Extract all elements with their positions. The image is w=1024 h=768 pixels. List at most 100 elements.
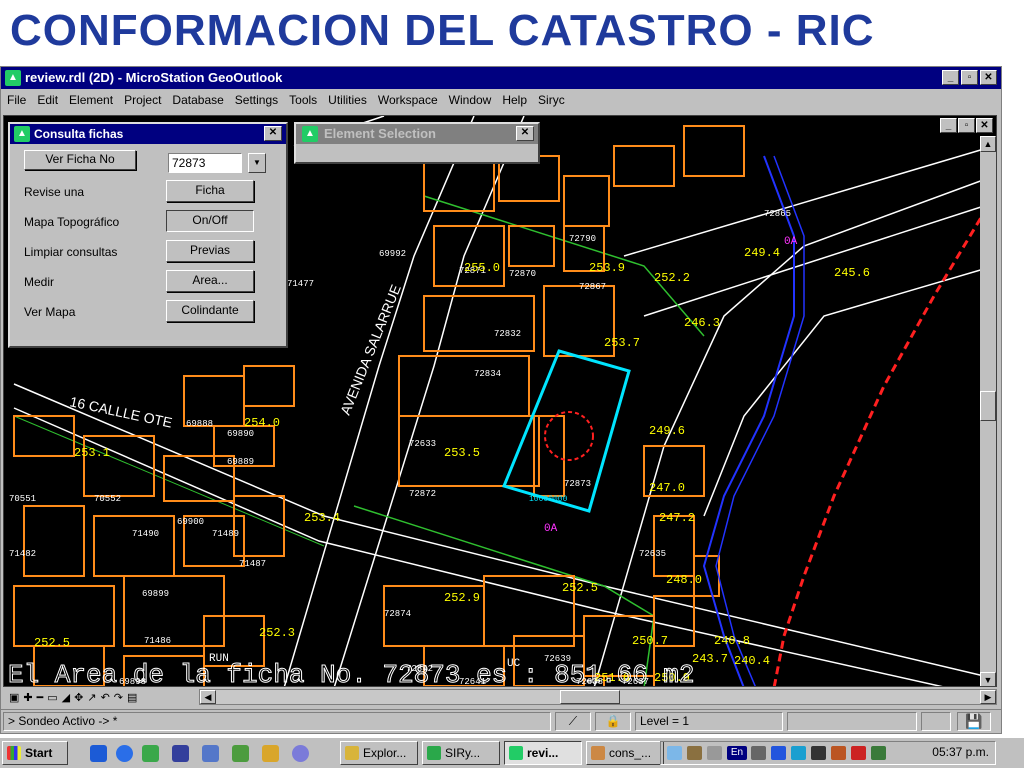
colindante-button[interactable]: Colindante <box>166 300 254 322</box>
siry-icon <box>427 746 441 760</box>
help-app-icon[interactable] <box>292 745 309 762</box>
save-icon[interactable]: 💾 <box>957 712 991 731</box>
street-edge <box>703 265 995 517</box>
tray-network-icon[interactable] <box>667 746 682 760</box>
language-indicator[interactable]: En <box>727 746 747 760</box>
scroll-up-arrow[interactable]: ▲ <box>980 136 996 152</box>
street-edge <box>333 116 525 686</box>
parcel-number: 72790 <box>569 234 596 244</box>
elevation-label: 253.7 <box>604 336 640 350</box>
tray-diamond-icon[interactable] <box>851 746 866 760</box>
view-close-button[interactable]: ✕ <box>976 118 993 133</box>
parcel-outline <box>243 365 295 407</box>
elevation-label: 247.2 <box>659 511 695 525</box>
taskbar-cons-label: cons_... <box>609 746 652 760</box>
view-restore-button[interactable]: ▫ <box>958 118 975 133</box>
status-bar: > Sondeo Activo -> * ⟋ 🔒 Level = 1 💾 <box>1 709 1001 733</box>
horizontal-scroll-thumb[interactable] <box>560 690 620 704</box>
menu-database[interactable]: Database <box>172 93 223 107</box>
volume-icon[interactable] <box>707 746 722 760</box>
minimize-button[interactable]: _ <box>942 70 959 85</box>
menu-tools[interactable]: Tools <box>289 93 317 107</box>
menu-siryc[interactable]: Siryc <box>538 93 565 107</box>
parcel-outline <box>508 225 555 267</box>
ie-browser-icon[interactable] <box>116 745 133 762</box>
maximize-button[interactable]: ▫ <box>961 70 978 85</box>
taskbar-explorer[interactable]: Explor... <box>340 741 418 765</box>
fit-view-icon[interactable]: ◢ <box>62 691 70 704</box>
parcel-number: 69900 <box>177 517 204 527</box>
window-titlebar[interactable]: ▲ review.rdl (2D) - MicroStation GeoOutl… <box>1 67 1001 89</box>
element-selection-titlebar[interactable]: ▲ Element Selection ✕ <box>296 124 538 144</box>
menu-workspace[interactable]: Workspace <box>378 93 438 107</box>
previas-button[interactable]: Previas <box>166 240 254 262</box>
menu-file[interactable]: File <box>7 93 26 107</box>
lock-icon[interactable]: 🔒 <box>595 712 631 731</box>
tray-virus-icon[interactable] <box>831 746 846 760</box>
review-icon <box>509 746 523 760</box>
taskbar-review[interactable]: revi... <box>504 741 582 765</box>
view-previous-icon[interactable]: ↶ <box>101 691 110 704</box>
vertical-scrollbar[interactable]: ▲ ▼ <box>980 136 996 686</box>
tools-icon[interactable] <box>202 745 219 762</box>
tray-com-icon[interactable] <box>771 746 786 760</box>
grid-app-icon[interactable] <box>232 745 249 762</box>
menu-help[interactable]: Help <box>502 93 527 107</box>
ficha-button[interactable]: Ficha <box>166 180 254 202</box>
menu-element[interactable]: Element <box>69 93 113 107</box>
rotate-view-icon[interactable]: ✥ <box>74 691 83 704</box>
elevation-label: 252.3 <box>259 626 295 640</box>
view-minimize-button[interactable]: _ <box>940 118 957 133</box>
elevation-label: 248.0 <box>666 573 702 587</box>
parcel-outline <box>613 145 675 187</box>
window-area-icon[interactable]: ▭ <box>47 691 57 704</box>
scroll-down-arrow[interactable]: ▼ <box>980 672 996 686</box>
area-button[interactable]: Area... <box>166 270 254 292</box>
parcel-number: 69890 <box>227 429 254 439</box>
elevation-label: 246.3 <box>684 316 720 330</box>
desktop-icon[interactable] <box>90 745 107 762</box>
ficha-dropdown-arrow[interactable]: ▼ <box>248 153 266 173</box>
on-off-button[interactable]: On/Off <box>166 210 254 232</box>
scroll-right-arrow[interactable]: ▶ <box>980 690 996 704</box>
edit-app-icon[interactable] <box>262 745 279 762</box>
view-next-icon[interactable]: ↷ <box>114 691 123 704</box>
parcel-outline <box>433 225 505 287</box>
tray-monitor-icon[interactable] <box>751 746 766 760</box>
zoom-in-icon[interactable]: ✚ <box>23 691 32 704</box>
cursor-tool-icon[interactable] <box>172 745 189 762</box>
copy-view-icon[interactable]: ▤ <box>127 691 137 704</box>
pan-view-icon[interactable]: ↗ <box>87 691 96 704</box>
tray-printer-icon[interactable] <box>811 746 826 760</box>
menu-edit[interactable]: Edit <box>37 93 58 107</box>
elevation-label: 252.9 <box>444 591 480 605</box>
app-icon: ▲ <box>5 70 21 86</box>
ficha-number-field[interactable]: 72873 <box>168 153 242 173</box>
start-button[interactable]: Start <box>2 741 68 765</box>
tray-tool-icon[interactable] <box>687 746 702 760</box>
ver-ficha-button[interactable]: Ver Ficha No <box>24 150 136 170</box>
consulta-close-button[interactable]: ✕ <box>264 126 282 141</box>
start-label: Start <box>25 746 53 760</box>
tray-globe-icon[interactable] <box>871 746 886 760</box>
close-button[interactable]: ✕ <box>980 70 997 85</box>
parcel-number: 71477 <box>287 279 314 289</box>
taskbar-siry[interactable]: SIRy... <box>422 741 500 765</box>
menu-project[interactable]: Project <box>124 93 161 107</box>
menu-utilities[interactable]: Utilities <box>328 93 367 107</box>
scroll-left-arrow[interactable]: ◀ <box>200 690 216 704</box>
update-view-icon[interactable]: ▣ <box>9 691 19 704</box>
tray-mountain-icon[interactable] <box>791 746 806 760</box>
menu-window[interactable]: Window <box>449 93 492 107</box>
snap-icon[interactable]: ⟋ <box>555 712 591 731</box>
taskbar-cons[interactable]: cons_... <box>586 741 664 765</box>
elevation-label: 243.7 <box>692 652 728 666</box>
consulta-titlebar[interactable]: ▲ Consulta fichas ✕ <box>10 124 286 144</box>
element-selection-close-button[interactable]: ✕ <box>516 126 534 141</box>
network-icon[interactable] <box>142 745 159 762</box>
menu-settings[interactable]: Settings <box>235 93 278 107</box>
zoom-out-icon[interactable]: ━ <box>37 691 44 704</box>
medir-label: Medir <box>24 275 55 289</box>
vertical-scroll-thumb[interactable] <box>980 391 996 421</box>
horizontal-scrollbar[interactable]: ◀ ▶ <box>199 689 997 705</box>
